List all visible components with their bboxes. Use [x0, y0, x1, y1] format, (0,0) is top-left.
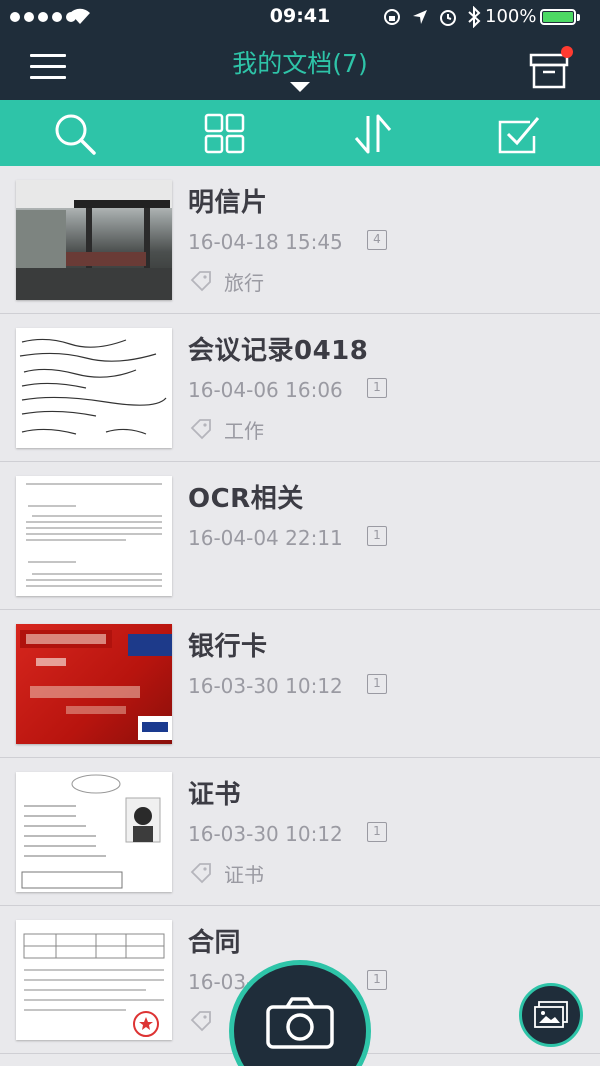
document-list: 明信片 16-04-18 15:45 4 旅行 会议记录0418 16-04-0… — [0, 166, 600, 1066]
document-thumbnail — [16, 180, 172, 300]
camera-icon — [266, 997, 334, 1049]
grid-view-icon[interactable] — [202, 112, 248, 156]
document-title: 合同 — [188, 928, 242, 958]
battery-percent: 100% — [485, 6, 537, 27]
document-thumbnail — [16, 328, 172, 448]
list-item[interactable]: 银行卡 16-03-30 10:12 1 — [0, 610, 600, 758]
document-thumbnail — [16, 476, 172, 596]
tag-icon — [190, 1011, 211, 1032]
sort-icon[interactable] — [350, 112, 396, 156]
gallery-button[interactable] — [519, 983, 583, 1047]
page-count-badge: 4 — [367, 230, 387, 250]
document-title: 明信片 — [188, 188, 268, 218]
bluetooth-icon — [468, 6, 481, 28]
alarm-icon — [440, 10, 456, 26]
document-date: 16-03-30 10:12 — [188, 822, 343, 846]
document-title: OCR相关 — [188, 484, 304, 514]
rotation-lock-icon — [384, 9, 400, 25]
page-count-badge: 1 — [367, 674, 387, 694]
document-tag: 证书 — [224, 863, 264, 887]
battery-icon — [540, 9, 580, 25]
document-tag: 旅行 — [224, 271, 264, 295]
document-date: 16-03-30 10:12 — [188, 674, 343, 698]
nav-bar: 我的文档(7) — [0, 34, 600, 100]
document-date: 16-04-18 15:45 — [188, 230, 343, 254]
page-count-badge: 1 — [367, 822, 387, 842]
document-thumbnail — [16, 920, 172, 1040]
tag-icon — [190, 419, 211, 440]
chevron-down-icon[interactable] — [290, 82, 310, 92]
document-title: 证书 — [188, 780, 242, 810]
status-bar: 09:41 100% — [0, 0, 600, 34]
tag-icon — [190, 271, 211, 292]
list-item[interactable]: OCR相关 16-04-04 22:11 1 — [0, 462, 600, 610]
list-item[interactable]: 证书 16-03-30 10:12 1 证书 — [0, 758, 600, 906]
toolbar — [0, 100, 600, 166]
document-title: 银行卡 — [188, 632, 268, 662]
search-icon[interactable] — [52, 112, 98, 156]
select-icon[interactable] — [496, 112, 542, 156]
page-count-badge: 1 — [367, 970, 387, 990]
gallery-icon — [534, 1001, 568, 1028]
list-item[interactable]: 明信片 16-04-18 15:45 4 旅行 — [0, 166, 600, 314]
document-tag: 工作 — [224, 419, 264, 443]
document-thumbnail — [16, 624, 172, 744]
list-item[interactable]: 会议记录0418 16-04-06 16:06 1 工作 — [0, 314, 600, 462]
page-count-badge: 1 — [367, 378, 387, 398]
document-title: 会议记录0418 — [188, 336, 369, 366]
location-icon — [413, 10, 427, 24]
document-thumbnail — [16, 772, 172, 892]
document-date: 16-04-04 22:11 — [188, 526, 343, 550]
tag-icon — [190, 863, 211, 884]
notification-badge — [561, 46, 573, 58]
document-date: 16-04-06 16:06 — [188, 378, 343, 402]
page-title[interactable]: 我的文档(7) — [0, 44, 600, 80]
page-count-badge: 1 — [367, 526, 387, 546]
